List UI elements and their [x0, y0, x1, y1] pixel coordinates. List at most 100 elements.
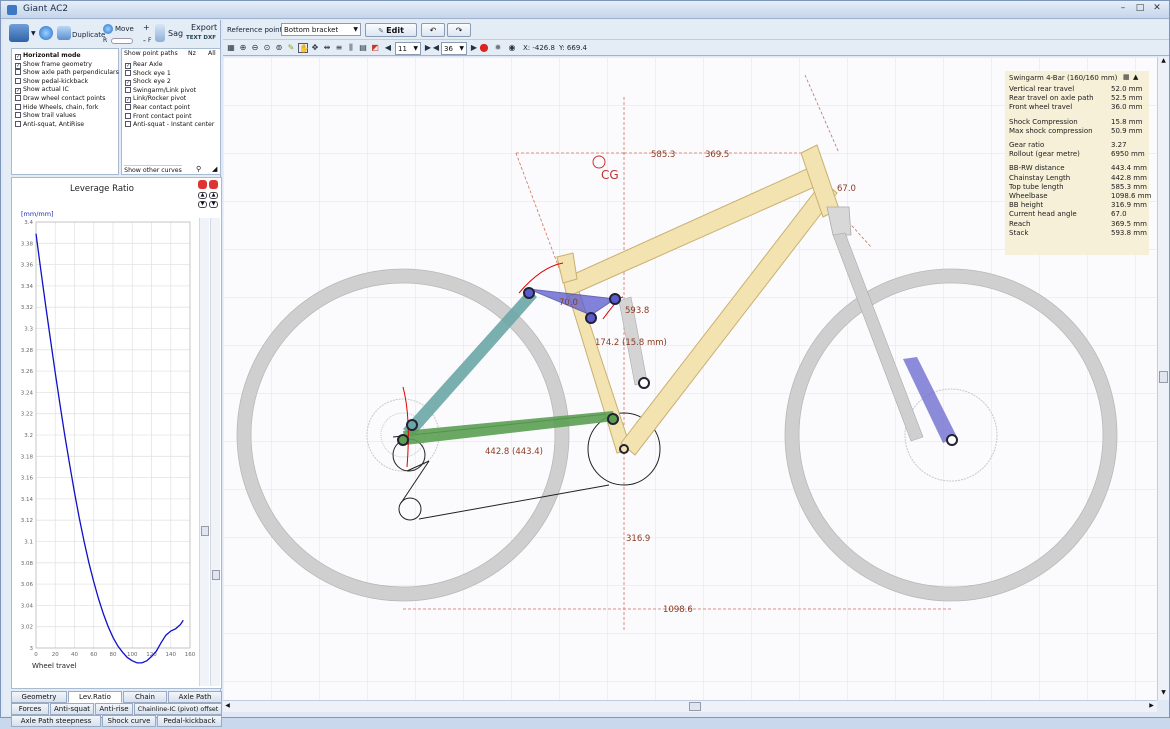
checkbox-icon[interactable]	[125, 121, 131, 128]
undo-button[interactable]: ↶	[421, 23, 445, 37]
align-icon[interactable]: ⫼	[346, 43, 356, 53]
scroll-top-icon-2[interactable]: ▲	[209, 192, 218, 199]
info-value: 593.8 mm	[1111, 228, 1147, 237]
snap-icon[interactable]: ◩	[370, 43, 380, 53]
save-icon[interactable]	[9, 24, 29, 42]
checkbox-icon[interactable]	[15, 95, 21, 101]
ruler-icon[interactable]: ≡	[334, 43, 344, 53]
scroll-bottom-icon[interactable]: ▼	[198, 201, 207, 208]
zoom-window-icon[interactable]: ⊚	[274, 43, 284, 53]
edit-label: Edit	[386, 26, 404, 35]
tab-lev-ratio[interactable]: Lev.Ratio	[68, 691, 122, 703]
move-cross-icon[interactable]: ✥	[310, 43, 320, 53]
minus-icon[interactable]: -	[143, 36, 146, 45]
rear-cog-select[interactable]: 36 ▼	[441, 42, 467, 55]
r-slider[interactable]	[111, 38, 133, 44]
plot-vertical-scrollbar-2[interactable]	[210, 218, 220, 686]
canvas-vertical-scrollbar[interactable]: ▲ ▼	[1157, 57, 1169, 700]
reference-point-select[interactable]: Bottom bracket ▼	[281, 23, 361, 36]
checkbox-icon[interactable]	[125, 112, 131, 119]
prev-cog-icon[interactable]: ◀	[383, 43, 393, 53]
all-column-header[interactable]: All	[208, 50, 216, 57]
checkbox-icon[interactable]	[125, 86, 131, 93]
measure-icon[interactable]: ⇹	[322, 43, 332, 53]
tab-axle-path-steepness[interactable]: Axle Path steepness	[11, 715, 101, 727]
move-button[interactable]: Move	[115, 25, 134, 33]
grid-icon[interactable]: ▦	[226, 43, 236, 53]
minimize-icon[interactable]: –	[1116, 3, 1130, 15]
tab-shock-curve[interactable]: Shock curve	[102, 715, 156, 727]
checkbox-icon[interactable]	[15, 77, 21, 84]
checkbox-icon[interactable]	[15, 112, 21, 119]
resize-icon[interactable]: ◢	[212, 165, 217, 173]
sag-icon[interactable]	[155, 24, 165, 42]
checkbox-icon[interactable]	[15, 120, 21, 127]
zoom-in-icon[interactable]: ⊕	[238, 43, 248, 53]
tab-geometry[interactable]: Geometry	[11, 691, 67, 703]
vertical-scroll-thumb[interactable]	[1159, 371, 1168, 383]
scroll-top-icon[interactable]: ▲	[198, 192, 207, 199]
scroll-down-icon[interactable]: ▼	[1159, 689, 1168, 698]
tab-chain[interactable]: Chain	[123, 691, 167, 703]
tab-anti-squat[interactable]: Anti-squat	[50, 703, 94, 715]
plot-scroll-thumb-2[interactable]	[212, 570, 220, 580]
scroll-left-icon[interactable]: ◀	[223, 702, 232, 711]
option-checkbox[interactable]: Anti-squat, AntiRise	[15, 120, 120, 129]
pin-marker-icon[interactable]: ⬤	[479, 43, 489, 53]
y-tick-label: 3.18	[21, 454, 34, 460]
chart-icon[interactable]: ▤	[358, 43, 368, 53]
move-icon[interactable]	[103, 24, 113, 34]
plot-vertical-scrollbar[interactable]	[199, 218, 209, 686]
target-icon[interactable]: ◉	[507, 43, 517, 53]
reference-point-label: Reference point	[227, 26, 283, 34]
globe-icon[interactable]	[39, 26, 53, 40]
plot-scroll-thumb[interactable]	[201, 526, 209, 536]
point-path-checkbox[interactable]: Anti-squat - Instant center	[125, 120, 230, 129]
scroll-bottom-icon-2[interactable]: ▼	[209, 201, 218, 208]
settings-gear-icon[interactable]: ✹	[493, 43, 503, 53]
draw-icon[interactable]: ✎	[286, 43, 296, 53]
pan-icon[interactable]: ✋	[298, 43, 309, 53]
show-other-curves-button[interactable]: Show other curves	[124, 165, 182, 174]
tab-chainline-ic-offset[interactable]: Chainline-IC (pivot) offset	[134, 703, 222, 715]
tab-pedal-kickback[interactable]: Pedal-kickback	[157, 715, 222, 727]
checkbox-icon[interactable]	[15, 103, 21, 110]
checkbox-icon[interactable]	[125, 104, 131, 110]
info-value: 442.8 mm	[1111, 173, 1147, 182]
tab-anti-rise[interactable]: Anti-rise	[95, 703, 133, 715]
left-panel: ▼ Duplicate Move R + - F Sag Export TEXT…	[3, 20, 222, 727]
close-icon[interactable]: ✕	[1150, 3, 1164, 15]
zoom-fit-icon[interactable]: ⊙	[262, 43, 272, 53]
next-sprocket-icon[interactable]: ▶	[469, 43, 479, 53]
plot-title: Leverage Ratio	[70, 184, 134, 194]
scroll-right-icon[interactable]: ▶	[1147, 702, 1156, 711]
horizontal-scroll-thumb[interactable]	[689, 702, 701, 711]
panel-layout-icon[interactable]: ▦	[1123, 73, 1130, 81]
bike-icon[interactable]: ⚲	[196, 165, 201, 173]
zoom-out-icon[interactable]: ⊖	[250, 43, 260, 53]
scroll-up-icon[interactable]: ▲	[1159, 57, 1168, 66]
redo-button[interactable]: ↷	[447, 23, 471, 37]
pin-icon[interactable]	[198, 180, 207, 189]
plus-icon[interactable]: +	[143, 23, 150, 32]
dropdown-arrow-icon[interactable]: ▼	[31, 30, 36, 37]
front-cog-select[interactable]: 11 ▼	[395, 42, 421, 55]
canvas-horizontal-scrollbar[interactable]: ◀ ▶	[223, 700, 1157, 712]
pin-icon-2[interactable]	[209, 180, 218, 189]
prev-sprocket-icon[interactable]: ◀	[431, 43, 441, 53]
tab-axle-path[interactable]: Axle Path	[168, 691, 222, 703]
collapse-icon[interactable]: ▲	[1133, 73, 1138, 81]
edit-button[interactable]: ✎ Edit	[365, 23, 417, 37]
sag-button[interactable]: Sag	[168, 29, 183, 38]
checkbox-icon[interactable]	[15, 69, 21, 76]
export-button[interactable]: Export	[191, 23, 217, 32]
duplicate-button[interactable]: Duplicate	[72, 31, 105, 39]
duplicate-icon[interactable]	[57, 26, 71, 40]
plot-unit: [mm/mm]	[21, 210, 54, 218]
checkbox-icon[interactable]	[125, 69, 131, 76]
nz-column-header[interactable]: Nz	[188, 50, 196, 57]
point-path-label: Rear Axle	[133, 61, 163, 68]
drawing-canvas[interactable]: CG 585.3 369.5 67.0 70.0 593.8 174.2 (15…	[223, 57, 1157, 700]
maximize-icon[interactable]: □	[1133, 3, 1147, 15]
tab-forces[interactable]: Forces	[11, 703, 49, 715]
